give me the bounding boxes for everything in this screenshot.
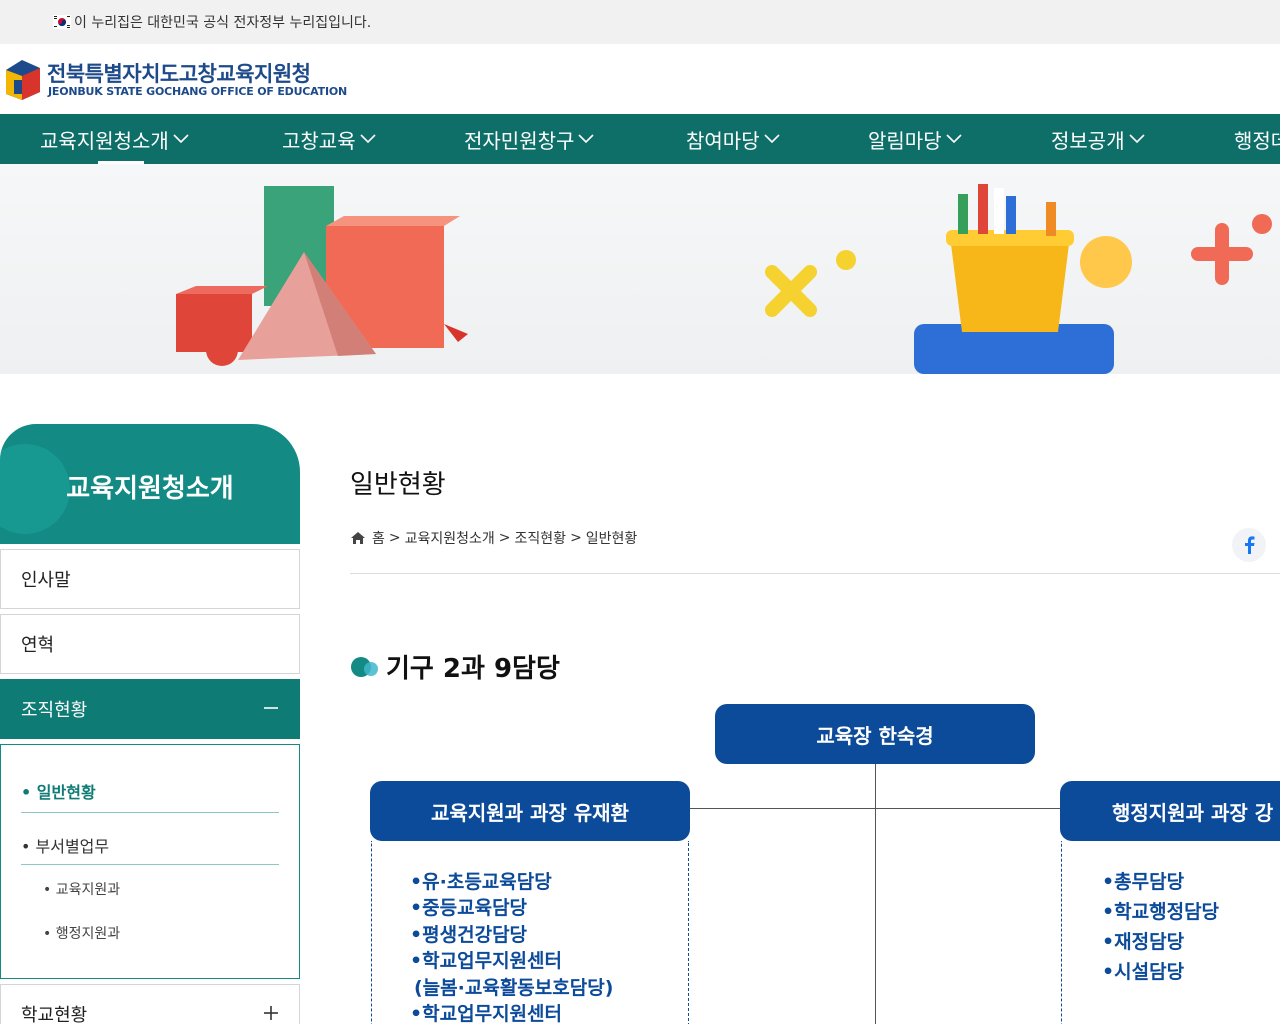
org-unit: •시설담당 [1102,961,1185,983]
submenu-item-dept-tasks[interactable]: • 부서별업무 [21,833,279,865]
banner-illustration [176,184,1272,374]
sidebar-item-greeting[interactable]: 인사말 [0,549,300,609]
logo-icon[interactable] [2,56,42,102]
nav-label: 정보공개 [1051,128,1125,153]
org-unit-list-edu: •유·초등교육담당 •중등교육담당 •평생건강담당 •학교업무지원센터 (늘봄·… [371,841,689,1024]
chevron-down-icon [764,134,780,144]
org-unit: •중등교육담당 [410,897,528,919]
breadcrumb: 홈 > 교육지원청소개 > 조직현황 > 일반현황 [350,528,641,548]
nav-item-civil-service[interactable]: 전자민원창구 [464,114,594,164]
org-unit: •학교업무지원센터 [410,950,562,972]
nav-item-gochang-edu[interactable]: 고창교육 [282,114,376,164]
chevron-down-icon [360,134,376,144]
chevron-down-icon [946,134,962,144]
content-divider [350,573,1280,574]
sidebar-submenu: • 일반현황 • 부서별업무 • 교육지원과 • 행정지원과 [0,744,300,979]
chevron-down-icon [578,134,594,144]
nav-label: 전자민원창구 [464,128,575,153]
sidebar-item-label: 인사말 [21,570,71,591]
submenu-item-edu-support[interactable]: • 교육지원과 [43,879,120,899]
org-unit: •평생건강담당 [410,924,528,946]
facebook-share-button[interactable] [1232,528,1266,562]
minus-icon[interactable] [263,700,279,716]
org-unit: •재정담당 [1102,931,1185,953]
org-unit: •학교업무지원센터 [410,1003,562,1024]
facebook-icon [1245,536,1255,554]
breadcrumb-organization[interactable]: 조직현황 [515,528,567,548]
nav-label: 참여마당 [686,128,760,153]
main-nav: 교육지원청소개 고창교육 전자민원창구 참여마당 알림마당 정보공개 행정데 [0,114,1280,164]
breadcrumb-sep: > [498,530,511,546]
org-dept-box-edu: 교육지원과 과장 유재환 [370,781,690,841]
site-header: 전북특별자치도고창교육지원청 JEONBUK STATE GOCHANG OFF… [0,44,1280,114]
sidebar-item-label: 조직현황 [21,700,88,721]
nav-label: 고창교육 [282,128,356,153]
org-unit-list-admin: •총무담당 •학교행정담당 •재정담당 •시설담당 [1061,841,1280,1024]
org-connector [690,808,1060,809]
plus-icon[interactable] [263,1005,279,1021]
sidebar-item-label: 학교현황 [21,1005,88,1024]
org-connector [875,764,876,1024]
gov-bar-text: 이 누리집은 대한민국 공식 전자정부 누리집입니다. [74,15,372,31]
nav-item-admin-data[interactable]: 행정데 [1234,114,1280,164]
breadcrumb-home[interactable]: 홈 [372,528,385,548]
submenu-item-general-status[interactable]: • 일반현황 [21,779,279,813]
hero-banner [0,164,1280,374]
section-title: 기구 2과 9담당 [350,648,560,685]
org-dept-box-admin: 행정지원과 과장 강 [1060,781,1280,841]
sidebar-item-history[interactable]: 연혁 [0,614,300,674]
site-subtitle: JEONBUK STATE GOCHANG OFFICE OF EDUCATIO… [48,85,347,98]
page-title: 일반현황 [350,470,446,500]
breadcrumb-intro[interactable]: 교육지원청소개 [405,528,495,548]
org-head-box: 교육장 한숙경 [715,704,1035,764]
home-icon[interactable] [350,531,366,545]
nav-item-intro[interactable]: 교육지원청소개 [40,114,189,164]
org-unit: •총무담당 [1102,871,1185,893]
breadcrumb-current: 일반현황 [585,531,638,547]
submenu-item-admin-support[interactable]: • 행정지원과 [43,923,120,943]
sidebar-title: 교육지원청소개 [66,474,234,504]
sidebar-header: 교육지원청소개 [0,424,300,544]
org-unit: •유·초등교육담당 [410,871,552,893]
breadcrumb-sep: > [570,530,582,546]
sidebar-item-school-status[interactable]: 학교현황 [0,984,300,1024]
sidebar-item-organization[interactable]: 조직현황 [0,679,300,739]
nav-label: 교육지원청소개 [40,128,169,153]
nav-item-participation[interactable]: 참여마당 [686,114,780,164]
sidebar-item-label: 연혁 [21,635,55,656]
org-unit: •학교행정담당 [1102,901,1220,923]
chevron-down-icon [173,134,189,144]
gov-bar: 이 누리집은 대한민국 공식 전자정부 누리집입니다. [0,0,1280,44]
section-bullet-icon [351,656,378,677]
section-title-text: 기구 2과 9담당 [386,654,560,684]
org-unit: (늘봄·교육활동보호담당) [414,977,614,999]
nav-item-info-disclosure[interactable]: 정보공개 [1051,114,1145,164]
nav-label: 알림마당 [868,128,942,153]
nav-label: 행정데 [1234,128,1280,153]
chevron-down-icon [1129,134,1145,144]
nav-item-notice[interactable]: 알림마당 [868,114,962,164]
breadcrumb-sep: > [388,530,401,546]
site-title[interactable]: 전북특별자치도고창교육지원청 [47,58,311,88]
korea-flag-icon [53,15,71,29]
